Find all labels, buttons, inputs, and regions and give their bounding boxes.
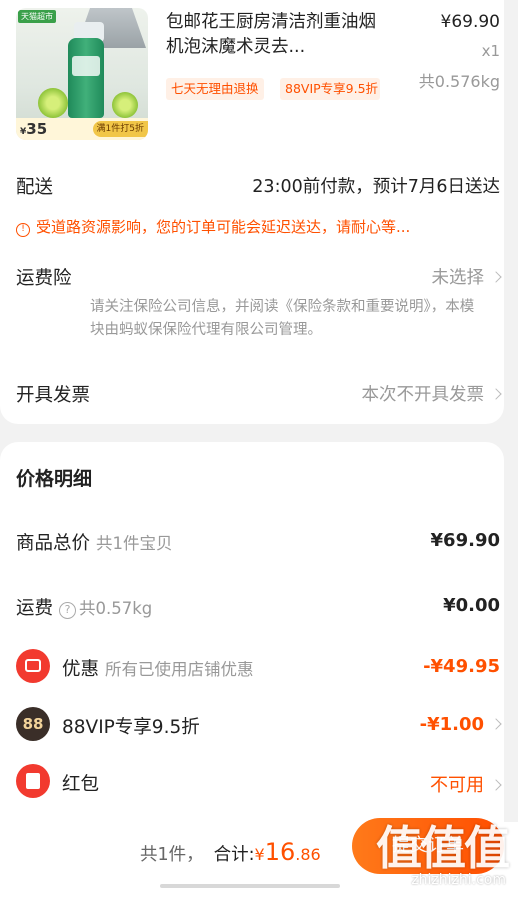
insurance-label: 运费险 xyxy=(16,268,72,289)
product-price: ¥69.90 xyxy=(440,12,500,32)
discount-row: 优惠 所有已使用店铺优惠 xyxy=(62,655,254,681)
watermark-logo: 值值值 xyxy=(376,821,510,875)
product-image-tag: 天猫超市 xyxy=(18,10,56,23)
product-quantity: x1 xyxy=(481,42,500,60)
product-weight: 共0.576kg xyxy=(418,72,500,91)
invoice-label: 开具发票 xyxy=(16,385,91,406)
delivery-notice: ! 受道路资源影响，您的订单可能会延迟送达，请耐心等... xyxy=(16,216,486,238)
delivery-label: 配送 xyxy=(16,177,54,198)
delivery-value: 23:00前付款，预计7月6日送达 xyxy=(252,177,500,197)
invoice-selector[interactable]: 本次不开具发票 xyxy=(361,381,502,406)
items-total-value: ¥69.90 xyxy=(430,530,500,551)
discount-sub: 所有已使用店铺优惠 xyxy=(105,660,254,679)
lime-graphic xyxy=(38,88,68,118)
delivery-notice-text: 受道路资源影响，您的订单可能会延迟送达，请耐心等... xyxy=(36,218,411,236)
vip-88-icon: 88 xyxy=(16,707,50,741)
chevron-right-icon xyxy=(490,388,502,400)
bottle-graphic xyxy=(68,38,104,118)
invoice-value: 本次不开具发票 xyxy=(361,385,485,405)
insurance-value: 未选择 xyxy=(431,268,485,288)
product-image[interactable]: 天猫超市 ¥35 满1件打5折 xyxy=(16,8,148,140)
items-total-label: 商品总价 xyxy=(16,533,91,554)
insurance-description: 请关注保险公司信息，并阅读《保险条款和重要说明》，本模块由蚂蚁保保险代理有限公司… xyxy=(90,299,475,338)
total-amount: 16 xyxy=(264,838,296,866)
chevron-right-icon xyxy=(490,718,502,730)
vip-value: -¥1.00 xyxy=(419,714,484,735)
shipping-value: ¥0.00 xyxy=(443,595,500,616)
total-currency: ¥ xyxy=(254,845,265,864)
price-detail-card xyxy=(0,442,504,822)
checkout-summary: 共1件， 合计:¥16.86 xyxy=(140,838,321,866)
image-price: ¥35 xyxy=(20,120,48,138)
shipping-row: 运费? 共0.57kg xyxy=(16,594,152,620)
chevron-right-icon xyxy=(490,779,502,791)
image-price-strip: ¥35 满1件打5折 xyxy=(16,118,148,140)
insurance-selector[interactable]: 未选择 xyxy=(431,264,502,289)
watermark-url: zhizhizhi.com xyxy=(411,872,506,888)
item-count: 共1件， xyxy=(140,845,204,865)
redpacket-value: 不可用 xyxy=(430,775,484,796)
items-total-row: 商品总价 共1件宝贝 xyxy=(16,529,173,555)
redpacket-label: 红包 xyxy=(62,774,100,795)
bottle-label-graphic xyxy=(72,56,100,76)
vip-label: 88VIP专享9.5折 xyxy=(62,717,200,738)
info-icon: ! xyxy=(16,223,30,237)
red-packet-icon xyxy=(16,764,50,798)
discount-value: -¥49.95 xyxy=(423,656,500,677)
price-detail-title: 价格明细 xyxy=(16,468,93,490)
shipping-label: 运费 xyxy=(16,598,54,619)
badge-return: 七天无理由退换 xyxy=(166,78,264,100)
chevron-right-icon xyxy=(490,271,502,283)
home-indicator xyxy=(160,884,340,888)
shipping-sub: 共0.57kg xyxy=(79,599,153,618)
lime-graphic xyxy=(112,92,138,118)
total-label: 合计: xyxy=(213,845,255,865)
product-title[interactable]: 包邮花王厨房清洁剂重油烟机泡沫魔术灵去... xyxy=(166,10,380,60)
badge-vip: 88VIP专享9.5折 xyxy=(280,78,380,100)
total-cents: .86 xyxy=(295,845,321,864)
help-icon[interactable]: ? xyxy=(59,602,77,619)
image-discount: 满1件打5折 xyxy=(92,121,148,137)
items-total-sub: 共1件宝贝 xyxy=(96,534,173,553)
coupon-icon xyxy=(16,649,50,683)
discount-label: 优惠 xyxy=(62,659,100,680)
vip-selector[interactable]: -¥1.00 xyxy=(419,714,502,735)
redpacket-selector[interactable]: 不可用 xyxy=(430,771,502,797)
